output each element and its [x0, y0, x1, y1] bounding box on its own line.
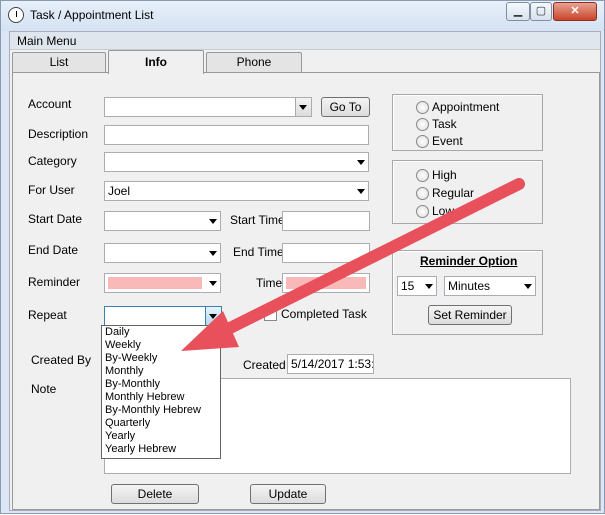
repeat-option-yearly[interactable]: Yearly — [102, 430, 220, 443]
chevron-down-icon — [209, 219, 217, 224]
description-input[interactable] — [104, 125, 369, 145]
category-select[interactable] — [104, 152, 369, 172]
menu-bar: Main Menu — [10, 32, 600, 50]
client-area: Main Menu List Info Phone Account Go To … — [9, 31, 601, 511]
repeat-option-by-monthly[interactable]: By-Monthly — [102, 378, 220, 391]
repeat-option-daily[interactable]: Daily — [102, 326, 220, 339]
set-reminder-button[interactable]: Set Reminder — [428, 305, 512, 325]
chevron-down-icon — [357, 189, 365, 194]
created-label: Created — [243, 358, 286, 372]
repeat-option-yearly-hebrew[interactable]: Yearly Hebrew — [102, 443, 220, 456]
for-user-label: For User — [28, 183, 75, 197]
tab-info[interactable]: Info — [108, 50, 204, 74]
account-label: Account — [28, 97, 72, 111]
clock-icon — [8, 7, 24, 23]
window-title: Task / Appointment List — [30, 8, 154, 22]
tab-phone[interactable]: Phone — [206, 52, 302, 72]
chevron-down-icon — [299, 105, 307, 110]
end-date-label: End Date — [28, 243, 79, 257]
chevron-down-icon — [209, 314, 217, 319]
task-radio[interactable] — [416, 118, 429, 131]
regular-label: Regular — [432, 186, 475, 200]
created-by-label: Created By — [31, 353, 92, 367]
end-date-picker[interactable] — [104, 243, 221, 263]
appointment-radio[interactable] — [416, 101, 429, 114]
account-dropdown-button[interactable] — [295, 98, 311, 116]
high-radio[interactable] — [416, 169, 429, 182]
reminder-option-group: Reminder Option 15 Minutes Set Reminder — [392, 250, 543, 335]
reminder-unit-value: Minutes — [448, 279, 491, 293]
title-bar: Task / Appointment List ▁ ▢ ✕ — [1, 1, 604, 31]
repeat-option-monthly[interactable]: Monthly — [102, 365, 220, 378]
chevron-down-icon — [425, 284, 433, 289]
app-window: Task / Appointment List ▁ ▢ ✕ Main Menu … — [0, 0, 605, 514]
reminder-time-value — [286, 277, 366, 289]
reminder-option-title: Reminder Option — [420, 254, 518, 268]
appointment-label: Appointment — [432, 100, 500, 114]
repeat-option-weekly[interactable]: Weekly — [102, 339, 220, 352]
low-radio[interactable] — [416, 205, 429, 218]
maximize-button[interactable]: ▢ — [530, 2, 552, 21]
created-date-field: 5/14/2017 1:53:0 — [287, 354, 374, 374]
close-button[interactable]: ✕ — [553, 2, 597, 21]
go-to-button[interactable]: Go To — [321, 97, 370, 117]
repeat-option-by-monthly-hebrew[interactable]: By-Monthly Hebrew — [102, 404, 220, 417]
repeat-label: Repeat — [28, 308, 67, 322]
high-label: High — [432, 168, 457, 182]
start-date-label: Start Date — [28, 212, 83, 226]
completed-task-checkbox[interactable] — [264, 308, 277, 321]
chevron-down-icon — [524, 284, 532, 289]
reminder-amount-select[interactable]: 15 — [397, 276, 437, 296]
repeat-option-monthly-hebrew[interactable]: Monthly Hebrew — [102, 391, 220, 404]
description-label: Description — [28, 127, 89, 141]
minimize-button[interactable]: ▁ — [506, 2, 530, 21]
task-label: Task — [432, 117, 457, 131]
reminder-unit-select[interactable]: Minutes — [444, 276, 536, 296]
tab-list[interactable]: List — [12, 52, 106, 72]
completed-task-label: Completed Task — [281, 307, 367, 321]
low-label: Low — [432, 204, 455, 218]
for-user-value: Joel — [108, 184, 131, 198]
repeat-dropdown-list: Daily Weekly By-Weekly Monthly By-Monthl… — [101, 325, 221, 459]
update-button[interactable]: Update — [250, 484, 326, 504]
note-label: Note — [31, 382, 57, 396]
type-group: Appointment Task Event — [392, 94, 543, 151]
repeat-dropdown-button[interactable] — [205, 307, 221, 325]
time-label: Time — [256, 276, 283, 290]
repeat-option-quarterly[interactable]: Quarterly — [102, 417, 220, 430]
for-user-select[interactable]: Joel — [104, 181, 369, 201]
reminder-amount-value: 15 — [401, 279, 415, 293]
end-time-input[interactable] — [282, 243, 370, 263]
start-time-label: Start Time — [230, 213, 285, 227]
start-date-picker[interactable] — [104, 211, 221, 231]
repeat-select[interactable] — [104, 306, 222, 326]
regular-radio[interactable] — [416, 187, 429, 200]
reminder-date-value — [108, 277, 202, 289]
event-radio[interactable] — [416, 135, 429, 148]
reminder-time-input[interactable] — [282, 273, 370, 293]
end-time-label: End Time — [233, 245, 284, 259]
chevron-down-icon — [357, 160, 365, 165]
category-label: Category — [28, 154, 77, 168]
reminder-date-picker[interactable] — [104, 273, 221, 293]
chevron-down-icon — [209, 251, 217, 256]
repeat-option-by-weekly[interactable]: By-Weekly — [102, 352, 220, 365]
main-menu[interactable]: Main Menu — [17, 34, 76, 48]
reminder-label: Reminder — [28, 275, 81, 289]
account-select[interactable] — [104, 97, 312, 117]
start-time-input[interactable] — [282, 211, 370, 231]
chevron-down-icon — [209, 281, 217, 286]
event-label: Event — [432, 134, 463, 148]
delete-button[interactable]: Delete — [111, 484, 199, 504]
priority-group: High Regular Low — [392, 160, 543, 224]
